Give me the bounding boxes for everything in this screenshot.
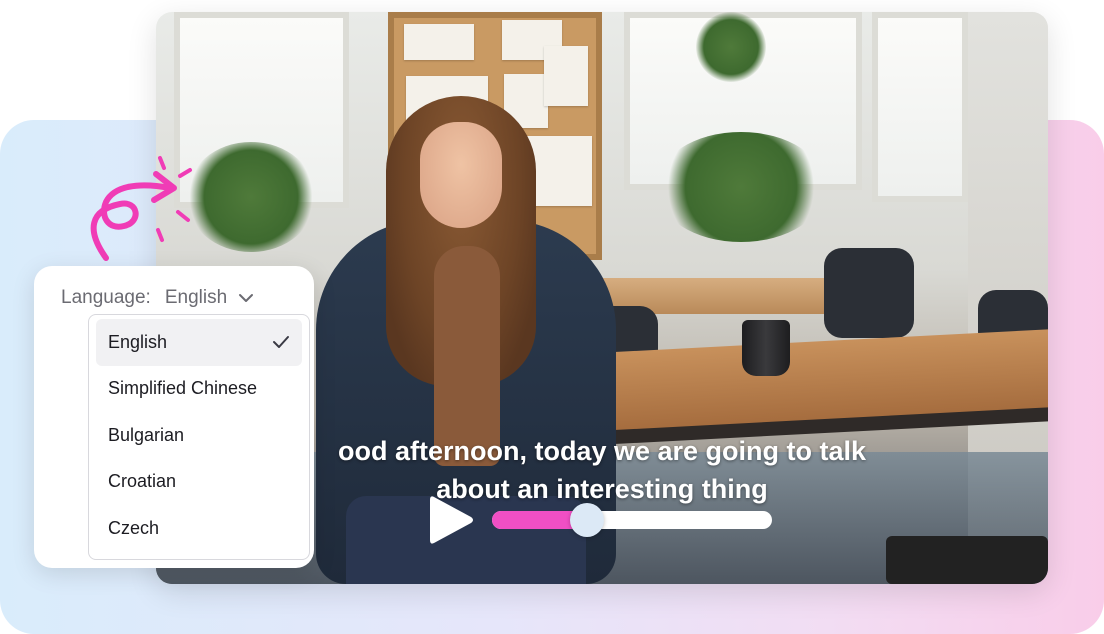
chevron-down-icon — [239, 294, 254, 302]
language-option-english[interactable]: English — [96, 319, 302, 366]
language-dropdown-toggle[interactable]: Language: English — [61, 285, 255, 311]
chair — [824, 248, 914, 338]
plant — [656, 132, 826, 242]
language-dropdown-menu: English Simplified Chinese Bulgarian Cro… — [88, 314, 310, 560]
curved-arrow-icon — [90, 156, 192, 261]
play-icon — [430, 496, 473, 544]
language-label: Language: — [61, 287, 151, 308]
progress-handle[interactable] — [570, 503, 605, 537]
option-label: Bulgarian — [108, 424, 185, 445]
language-option-croatian[interactable]: Croatian — [96, 459, 302, 506]
plant — [186, 142, 316, 252]
language-selected-value: English — [164, 287, 228, 308]
check-icon — [273, 336, 289, 348]
plant — [696, 12, 766, 82]
window — [872, 12, 968, 202]
language-selector-card: Language: English English Simplified Chi… — [34, 266, 314, 568]
option-label: Simplified Chinese — [108, 378, 258, 399]
progress-bar[interactable] — [492, 503, 772, 537]
language-option-bulgarian[interactable]: Bulgarian — [96, 412, 302, 459]
language-option-simplified-chinese[interactable]: Simplified Chinese — [96, 366, 302, 413]
option-label: English — [108, 331, 168, 352]
option-label: Czech — [108, 517, 160, 538]
mug — [742, 320, 790, 376]
play-button[interactable] — [430, 494, 474, 546]
language-option-czech[interactable]: Czech — [96, 505, 302, 552]
stool — [886, 536, 1048, 584]
option-label: Croatian — [108, 471, 177, 492]
player-controls — [430, 494, 780, 546]
